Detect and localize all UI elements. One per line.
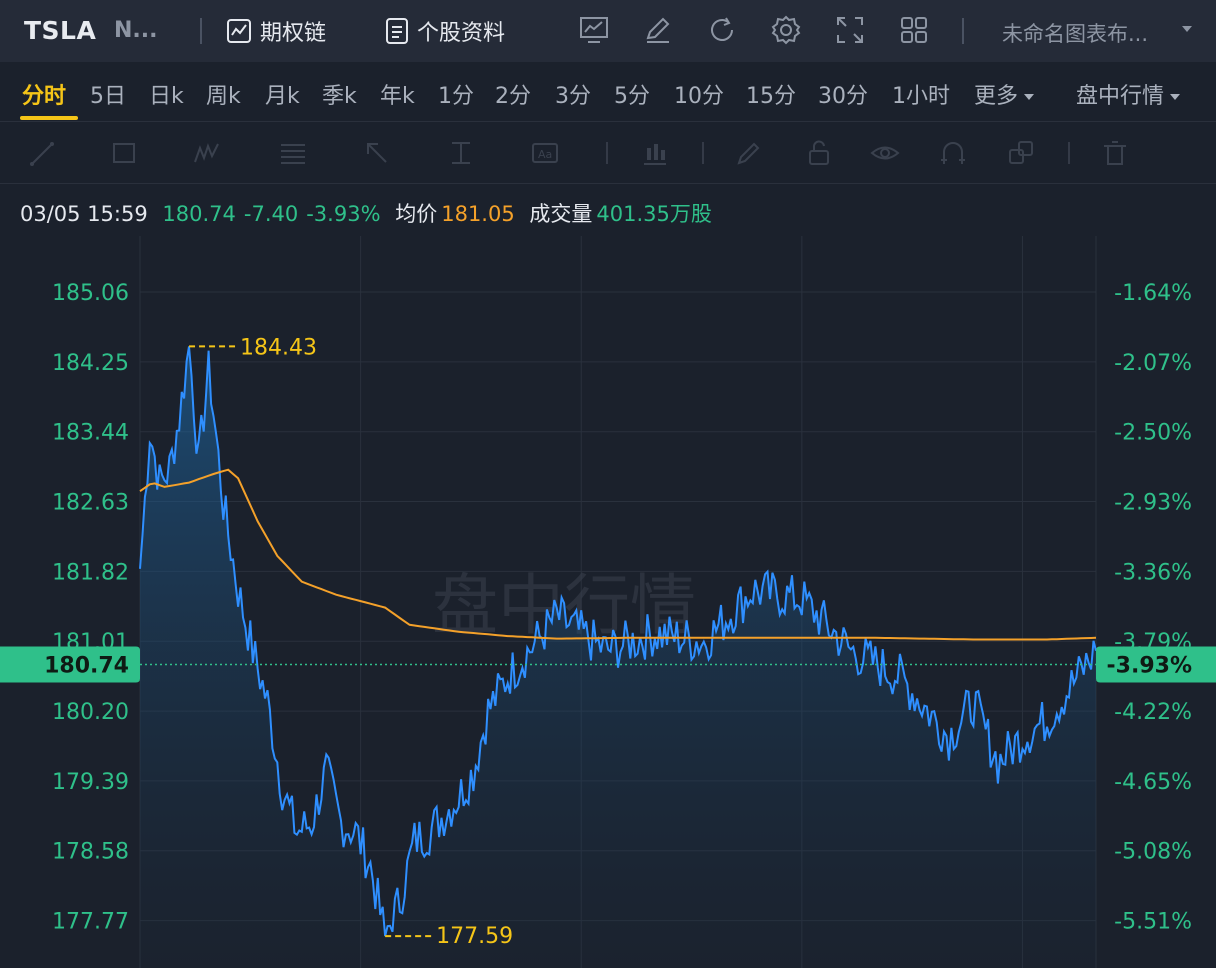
options-chain-label: 期权链: [260, 21, 327, 46]
pct-tick-label: -2.07%: [1114, 351, 1192, 376]
pct-tick-label: -1.64%: [1114, 281, 1192, 306]
divider: [702, 142, 704, 164]
avg-price-value: 181.05: [441, 202, 515, 226]
drawing-toolbar: Aa: [0, 122, 1216, 184]
period-tab-day[interactable]: 日k: [149, 78, 184, 110]
pct-tick-label: -3.36%: [1114, 560, 1192, 585]
text-tool-icon[interactable]: Aa: [530, 138, 560, 168]
settings-gear-icon[interactable]: [770, 14, 802, 46]
period-tab-quarter[interactable]: 季k: [322, 78, 357, 110]
avg-price-label: 均价: [395, 202, 438, 226]
profile-button[interactable]: 个股资料: [385, 14, 505, 48]
chevron-down-icon: [1024, 94, 1035, 100]
period-tab-15min[interactable]: 15分: [746, 78, 796, 110]
period-tab-3min[interactable]: 3分: [555, 78, 591, 110]
quote-change-pct: -3.93%: [306, 202, 381, 226]
period-tab-5min[interactable]: 5分: [614, 78, 650, 110]
quote-datetime: 03/05 15:59: [20, 202, 148, 226]
pct-tick-label: -4.65%: [1114, 770, 1192, 795]
pattern-tool-icon[interactable]: [192, 138, 222, 168]
period-more-label: 更多: [974, 84, 1019, 109]
period-tab-5d[interactable]: 5日: [90, 78, 126, 110]
y-tick-label: 181.82: [52, 560, 129, 585]
top-bar: TSLA N... 期权链 个股资料 未命名图表布...: [0, 0, 1216, 62]
period-bar: 分时 5日 日k 周k 月k 季k 年k 1分 2分 3分 5分 10分 15分…: [0, 62, 1216, 122]
divider: [962, 18, 964, 44]
fullscreen-icon[interactable]: [834, 14, 866, 46]
layers-icon[interactable]: [1006, 138, 1036, 168]
pct-tick-label: -2.50%: [1114, 421, 1192, 446]
pct-tick-label: -2.93%: [1114, 491, 1192, 516]
candles-tool-icon[interactable]: [640, 138, 670, 168]
period-tab-week[interactable]: 周k: [206, 78, 241, 110]
period-more-dropdown[interactable]: 更多: [974, 78, 1035, 110]
y-tick-label: 184.25: [52, 351, 129, 376]
pct-tick-label: -5.08%: [1114, 840, 1192, 865]
y-tick-label: 185.06: [52, 281, 129, 306]
period-tab-intraday[interactable]: 分时: [22, 78, 66, 110]
session-label: 盘中行情: [1076, 84, 1165, 109]
indicator-chart-icon[interactable]: [578, 14, 610, 46]
layout-name-select[interactable]: 未命名图表布...: [1002, 18, 1148, 48]
high-label: 184.43: [240, 335, 317, 360]
y-tick-label: 177.77: [52, 910, 129, 935]
quote-price: 180.74: [162, 202, 236, 226]
trend-line-tool-icon[interactable]: [28, 138, 58, 168]
intraday-chart[interactable]: 盘中行情 185.06-1.64%184.25-2.07%183.44-2.50…: [0, 236, 1216, 968]
pct-tick-label: -4.22%: [1114, 700, 1192, 725]
y-tick-label: 178.58: [52, 840, 129, 865]
refresh-icon[interactable]: [706, 14, 738, 46]
y-tick-label: 182.63: [52, 491, 129, 516]
svg-text:Aa: Aa: [538, 148, 552, 161]
eye-icon[interactable]: [870, 138, 900, 168]
period-tab-year[interactable]: 年k: [380, 78, 415, 110]
grid-layout-icon[interactable]: [898, 14, 930, 46]
ticker-symbol[interactable]: TSLA: [24, 16, 96, 45]
period-tab-1min[interactable]: 1分: [438, 78, 474, 110]
document-icon: [386, 18, 408, 44]
rectangle-tool-icon[interactable]: [110, 138, 140, 168]
divider: [1068, 142, 1070, 164]
divider: [200, 18, 202, 44]
period-tab-30min[interactable]: 30分: [818, 78, 868, 110]
quote-change: -7.40: [243, 202, 299, 226]
measure-tool-icon[interactable]: [446, 138, 476, 168]
pencil-icon[interactable]: [734, 138, 764, 168]
session-dropdown[interactable]: 盘中行情: [1076, 78, 1181, 110]
chart-box-icon: [227, 19, 251, 43]
quote-info-line: 03/05 15:59 180.74 -7.40 -3.93% 均价 181.05 成…: [20, 198, 720, 228]
active-tab-underline: [20, 116, 78, 120]
period-tab-1hour[interactable]: 1小时: [892, 78, 950, 110]
options-chain-button[interactable]: 期权链: [226, 14, 326, 48]
unlock-icon[interactable]: [804, 138, 834, 168]
volume-value: 401.35万股: [596, 202, 712, 226]
chevron-down-icon: [1170, 94, 1181, 100]
low-label: 177.59: [436, 924, 513, 949]
fibonacci-tool-icon[interactable]: [278, 138, 308, 168]
arrow-tool-icon[interactable]: [362, 138, 392, 168]
current-pct-badge-text: -3.93%: [1107, 654, 1192, 679]
current-price-badge-text: 180.74: [44, 654, 129, 679]
profile-label: 个股资料: [417, 21, 506, 46]
magnet-icon[interactable]: [938, 138, 968, 168]
y-tick-label: 183.44: [52, 421, 129, 446]
trash-icon[interactable]: [1100, 138, 1130, 168]
volume-label: 成交量: [529, 202, 593, 226]
y-tick-label: 179.39: [52, 770, 129, 795]
chevron-down-icon[interactable]: [1182, 26, 1192, 32]
y-tick-label: 180.20: [52, 700, 129, 725]
pct-tick-label: -5.51%: [1114, 910, 1192, 935]
period-tab-2min[interactable]: 2分: [495, 78, 531, 110]
period-tab-month[interactable]: 月k: [265, 78, 300, 110]
edit-icon[interactable]: [642, 14, 674, 46]
ticker-name[interactable]: N...: [114, 18, 157, 43]
divider: [606, 142, 608, 164]
period-tab-10min[interactable]: 10分: [674, 78, 724, 110]
